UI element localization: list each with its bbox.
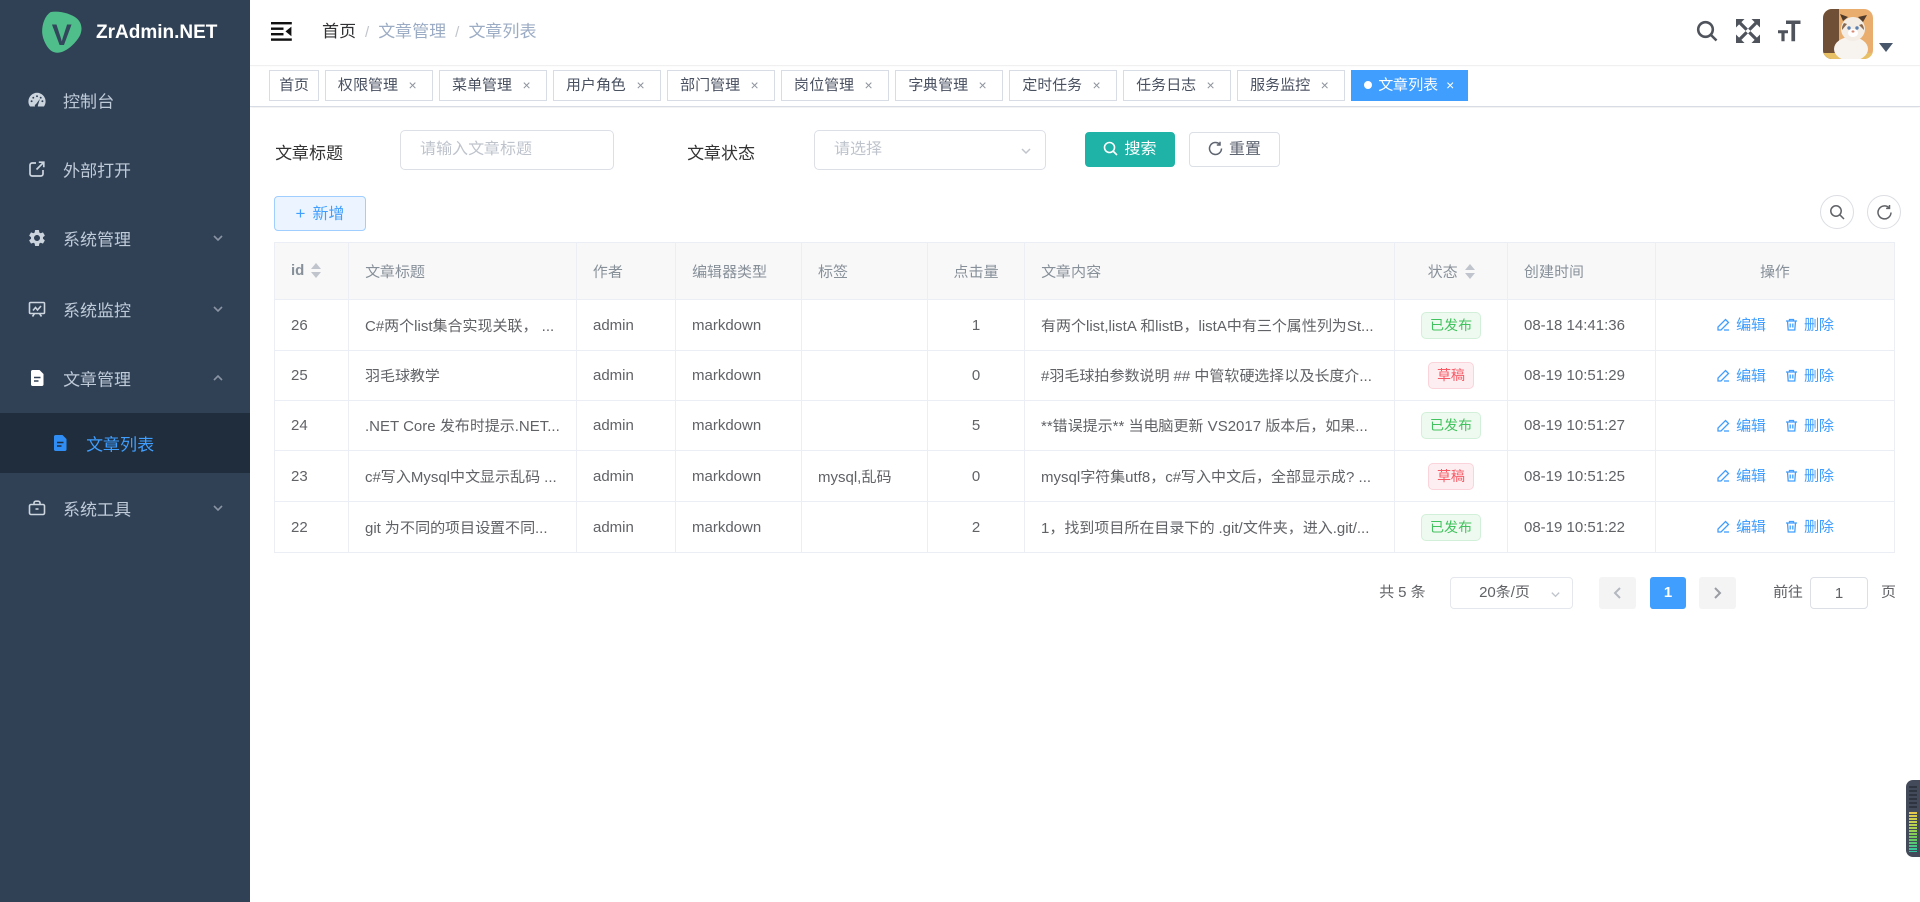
svg-text:V: V	[52, 19, 72, 52]
